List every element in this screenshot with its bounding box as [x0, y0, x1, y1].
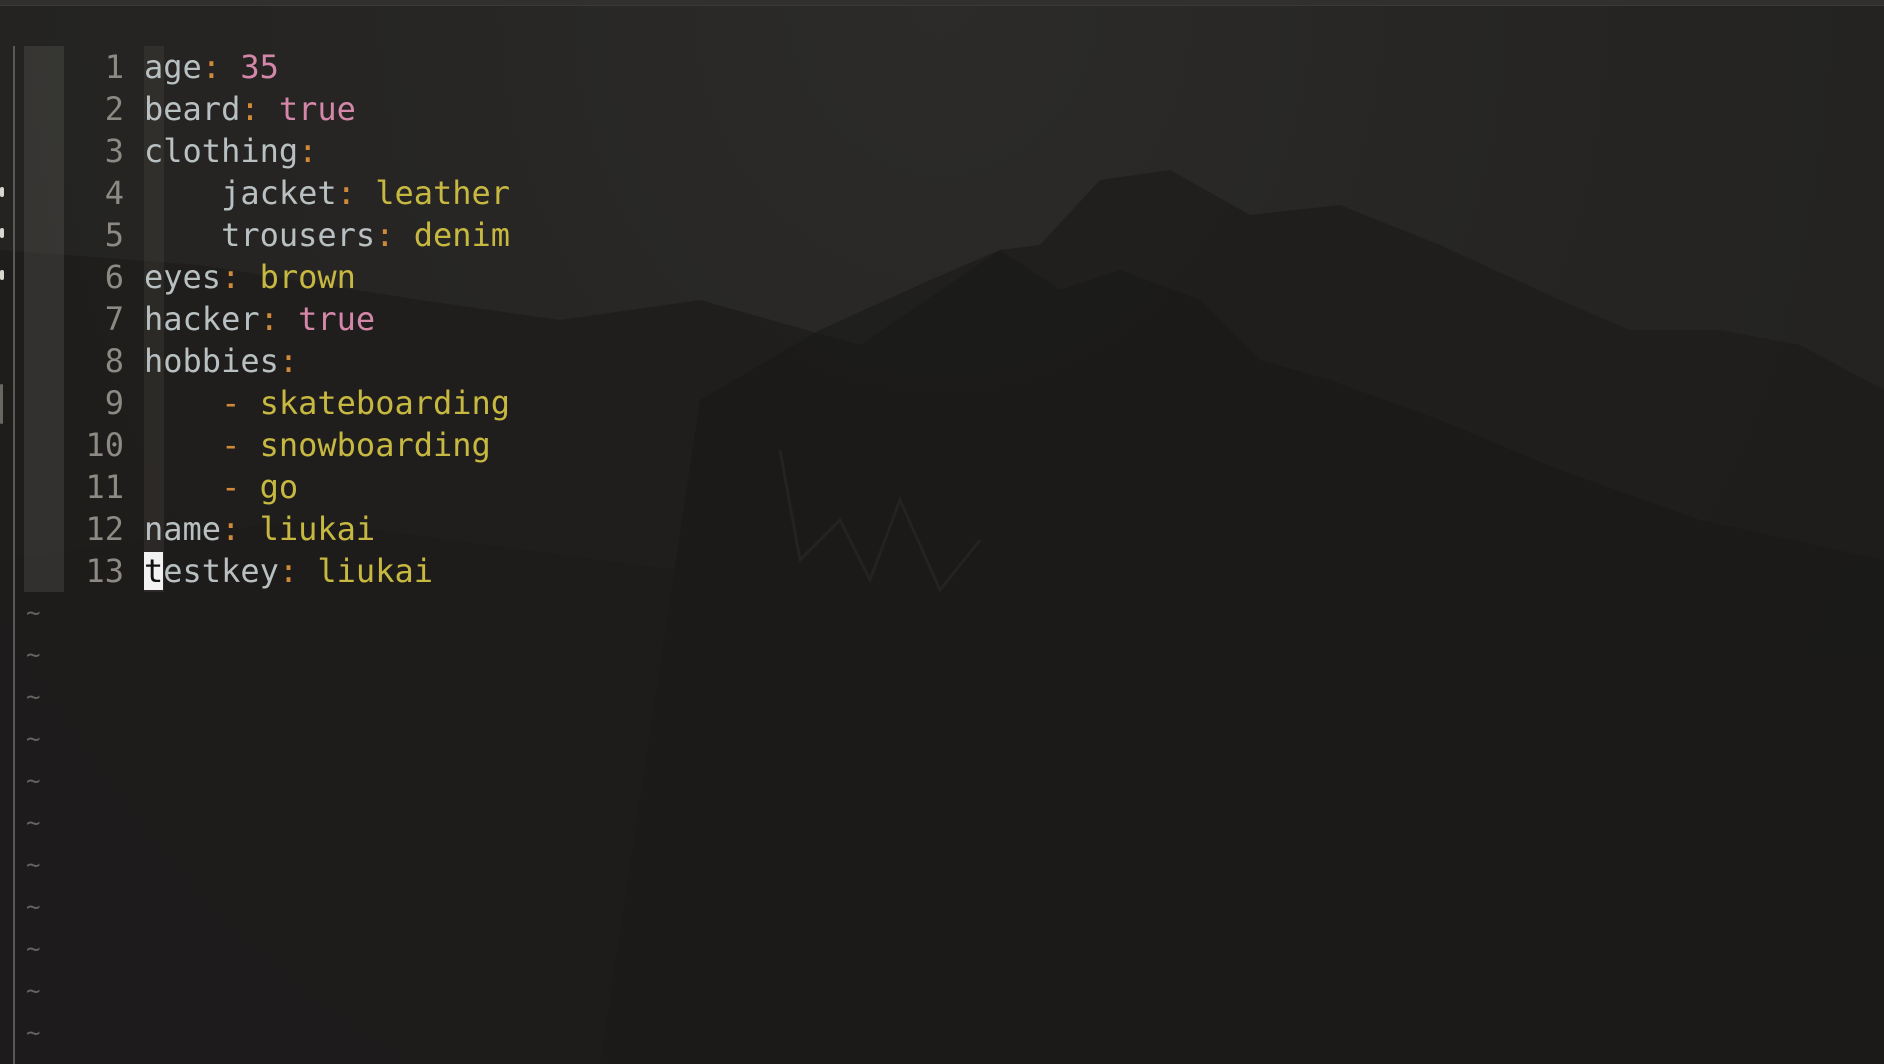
yaml-key: age: [144, 48, 202, 86]
yaml-value: 35: [221, 48, 279, 86]
sign-column: [24, 46, 64, 592]
empty-line-tilde: ~: [26, 935, 41, 963]
window-left-border: [13, 46, 15, 1064]
line-content[interactable]: hacker: true: [144, 298, 375, 340]
line-number: 13: [85, 552, 124, 590]
yaml-key: eyes: [144, 258, 222, 296]
yaml-key: hobbies: [144, 342, 279, 380]
vim-editor-window: 1 age: 35 2 beard: true 3 clothing: 4 jacket: …: [0, 0, 1884, 1064]
yaml-value: leather: [355, 174, 511, 212]
yaml-value: true: [278, 300, 376, 338]
yaml-key: name: [144, 510, 222, 548]
line-content[interactable]: age: 35: [144, 46, 279, 88]
line-content[interactable]: hobbies:: [144, 340, 298, 382]
yaml-value: snowboarding: [240, 426, 491, 464]
yaml-colon: :: [278, 552, 299, 590]
line-number: 3: [104, 132, 124, 170]
empty-line-tilde: ~: [26, 809, 41, 837]
yaml-colon: :: [221, 258, 241, 296]
yaml-key: trousers: [221, 216, 376, 254]
line-number: 10: [85, 426, 124, 464]
yaml-key: clothing: [144, 132, 299, 170]
line-content[interactable]: eyes: brown: [144, 256, 356, 298]
yaml-colon: :: [240, 90, 260, 128]
yaml-colon: :: [278, 342, 299, 380]
line-content[interactable]: - go: [144, 466, 298, 508]
line-number: 4: [104, 174, 124, 212]
edge-mark: [0, 384, 3, 424]
line-content[interactable]: - skateboarding: [144, 382, 510, 424]
empty-line-tilde: ~: [26, 851, 41, 879]
line-number: 11: [85, 468, 124, 506]
list-dash: -: [221, 384, 241, 422]
edge-mark: [0, 228, 4, 238]
empty-line-tilde: ~: [26, 725, 41, 753]
line-content[interactable]: trousers: denim: [144, 214, 510, 256]
yaml-colon: :: [259, 300, 279, 338]
yaml-colon: :: [221, 510, 241, 548]
empty-line-tilde: ~: [26, 893, 41, 921]
line-number: 1: [104, 48, 124, 86]
empty-line-tilde: ~: [26, 767, 41, 795]
line-content[interactable]: jacket: leather: [144, 172, 510, 214]
line-number: 5: [104, 216, 124, 254]
line-content[interactable]: testkey: liukai: [144, 550, 433, 592]
yaml-colon: :: [375, 216, 395, 254]
line-number: 8: [104, 342, 124, 380]
text-cursor: t: [144, 552, 164, 590]
yaml-value: denim: [394, 216, 511, 254]
yaml-colon: :: [201, 48, 222, 86]
yaml-value: liukai: [298, 552, 433, 590]
empty-line-tilde: ~: [26, 1019, 41, 1047]
empty-line-tilde: ~: [26, 977, 41, 1005]
yaml-key: estkey: [163, 552, 279, 590]
line-number: 12: [85, 510, 124, 548]
line-number: 7: [104, 300, 124, 338]
list-dash: -: [221, 468, 241, 506]
yaml-key: hacker: [144, 300, 260, 338]
yaml-colon: :: [298, 132, 318, 170]
line-content[interactable]: beard: true: [144, 88, 356, 130]
line-content[interactable]: clothing:: [144, 130, 317, 172]
line-number: 9: [104, 384, 124, 422]
list-dash: -: [221, 426, 241, 464]
empty-line-tilde: ~: [26, 599, 41, 627]
yaml-value: true: [259, 90, 356, 128]
yaml-value: brown: [240, 258, 356, 296]
edge-mark: [0, 270, 4, 280]
line-content[interactable]: name: liukai: [144, 508, 375, 550]
yaml-value: liukai: [240, 510, 376, 548]
yaml-colon: :: [336, 174, 356, 212]
line-number: 6: [104, 258, 124, 296]
empty-line-tilde: ~: [26, 683, 41, 711]
edge-mark: [0, 187, 4, 197]
line-content[interactable]: - snowboarding: [144, 424, 491, 466]
yaml-value: go: [240, 468, 299, 506]
yaml-value: skateboarding: [240, 384, 511, 422]
yaml-key: beard: [144, 90, 241, 128]
empty-line-tilde: ~: [26, 641, 41, 669]
yaml-key: jacket: [221, 174, 337, 212]
line-number: 2: [104, 90, 124, 128]
